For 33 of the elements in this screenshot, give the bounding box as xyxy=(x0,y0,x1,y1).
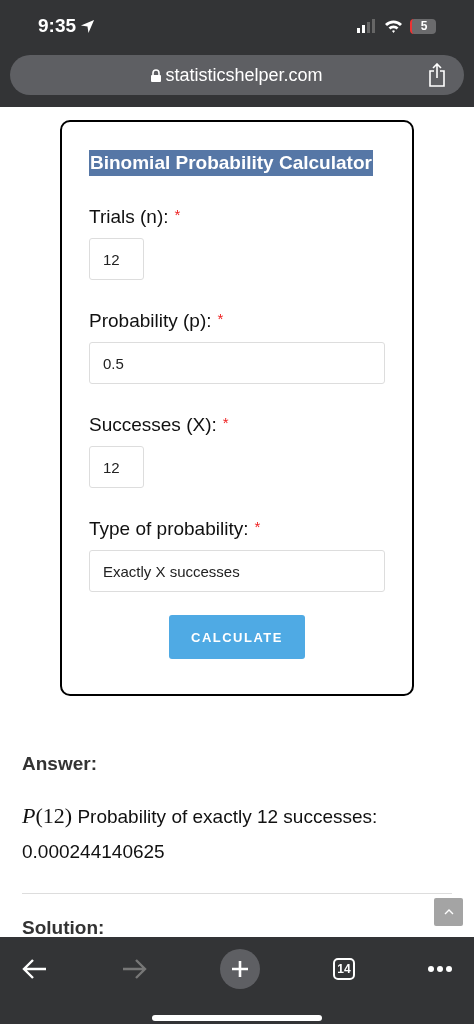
input-field[interactable]: Exactly X successes xyxy=(89,550,385,592)
formula: P(12) xyxy=(22,803,73,828)
field-label: Trials (n): xyxy=(89,206,169,228)
address-bar[interactable]: statisticshelper.com xyxy=(10,55,464,95)
required-marker: * xyxy=(222,414,229,433)
required-marker: * xyxy=(254,518,261,537)
input-field[interactable]: 0.5 xyxy=(89,342,385,384)
battery-level: 5 xyxy=(410,18,436,34)
wifi-icon xyxy=(384,19,403,33)
lock-icon xyxy=(151,68,162,82)
answer-heading: Answer: xyxy=(22,753,98,775)
required-marker: * xyxy=(217,310,224,329)
solution-heading: Solution: xyxy=(22,917,106,937)
input-field[interactable]: 12 xyxy=(89,238,144,280)
more-icon[interactable] xyxy=(428,966,452,972)
required-marker: * xyxy=(174,206,181,225)
tab-count-button[interactable]: 14 xyxy=(333,958,355,980)
new-tab-button[interactable] xyxy=(220,949,260,989)
location-arrow-icon xyxy=(80,18,96,34)
signal-icon xyxy=(357,19,377,33)
chevron-up-icon xyxy=(443,909,454,915)
share-icon[interactable] xyxy=(428,63,446,87)
field-label: Type of probability: xyxy=(89,518,249,540)
field-label: Probability (p): xyxy=(89,310,212,332)
answer-text: Probability of exactly 12 successes: xyxy=(77,806,378,827)
answer-value: 0.000244140625 xyxy=(22,841,166,863)
url-text: statisticshelper.com xyxy=(165,64,323,86)
field-label: Successes (X): xyxy=(89,414,217,436)
plus-icon xyxy=(231,960,249,978)
back-icon[interactable] xyxy=(22,958,48,980)
clock-time: 9:35 xyxy=(38,15,77,37)
calculator-title: Binomial Probability Calculator xyxy=(89,150,373,176)
input-field[interactable]: 12 xyxy=(89,446,144,488)
